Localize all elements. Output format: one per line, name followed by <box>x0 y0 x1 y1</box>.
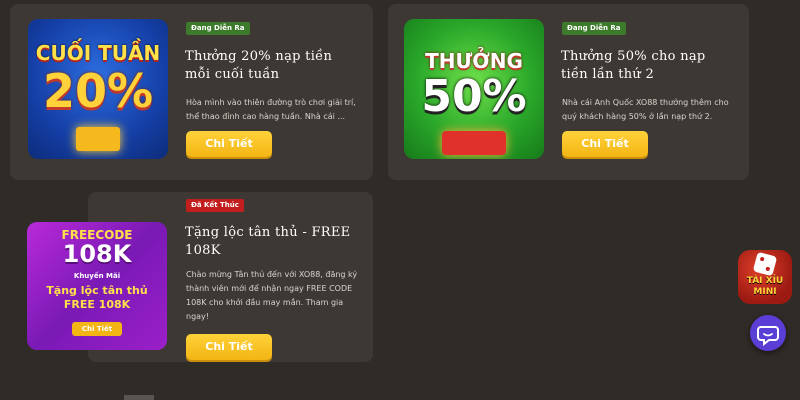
mini-label: MINI <box>753 287 777 297</box>
thumb-top-text: THƯỞNG <box>425 49 523 73</box>
thumb-details-button: Chi Tiết <box>72 322 122 336</box>
thumb-sub-text: Khuyến Mãi <box>73 272 121 280</box>
thumb-big-text: 50% <box>421 71 527 122</box>
thumb-top-text: CUỐI TUẦN <box>35 41 161 65</box>
horizontal-scrollbar[interactable] <box>124 395 154 400</box>
status-badge: Đang Diễn Ra <box>186 22 250 35</box>
chat-bubble-icon <box>757 326 779 347</box>
promo-description: Hòa mình vào thiên đường trò chơi giải t… <box>186 98 356 121</box>
promo-thumbnail[interactable]: FREECODE 108K Khuyến Mãi Tặng lộc tân th… <box>27 222 167 350</box>
details-button[interactable]: Chi Tiết <box>186 131 272 157</box>
promo-card-weekend-20: CUỐI TUẦN 20% Đang Diễn Ra Thưởng 20% nạ… <box>10 4 373 180</box>
chat-button[interactable] <box>750 315 786 351</box>
dice-icon <box>752 251 778 277</box>
thumb-line2: FREE 108K <box>63 298 131 311</box>
promo-title[interactable]: Tặng lộc tân thủ - FREE 108K <box>185 224 355 260</box>
thumb-big-text: 20% <box>42 64 154 118</box>
gift-box-icon <box>76 127 120 151</box>
thumb-line1: Tặng lộc tân thủ <box>46 284 148 297</box>
promo-thumbnail[interactable]: CUỐI TUẦN 20% <box>28 19 168 159</box>
details-button[interactable]: Chi Tiết <box>186 334 272 360</box>
details-button[interactable]: Chi Tiết <box>562 131 648 157</box>
promo-title[interactable]: Thưởng 50% cho nạp tiền lần thứ 2 <box>561 48 731 84</box>
promo-description: Nhà cái Anh Quốc XO88 thưởng thêm cho qu… <box>562 98 729 121</box>
promo-description: Chào mừng Tân thủ đến với XO88, đăng ký … <box>186 270 358 321</box>
promo-card-second-deposit-50: THƯỞNG 50% Đang Diễn Ra Thưởng 50% cho n… <box>388 4 749 180</box>
promo-card-free-108k: FREECODE 108K Khuyến Mãi Tặng lộc tân th… <box>27 192 373 362</box>
gift-box-icon <box>442 131 506 155</box>
tai-xiu-mini-icon[interactable]: TÀI XỈU MINI <box>738 250 792 304</box>
promo-title[interactable]: Thưởng 20% nạp tiền mỗi cuối tuần <box>185 48 350 84</box>
thumb-big-text: 108K <box>62 240 132 268</box>
promo-thumbnail[interactable]: THƯỞNG 50% <box>404 19 544 159</box>
tai-xiu-label: TÀI XỈU <box>746 276 784 286</box>
status-badge: Đang Diễn Ra <box>562 22 626 35</box>
status-badge: Đã Kết Thúc <box>186 199 244 212</box>
